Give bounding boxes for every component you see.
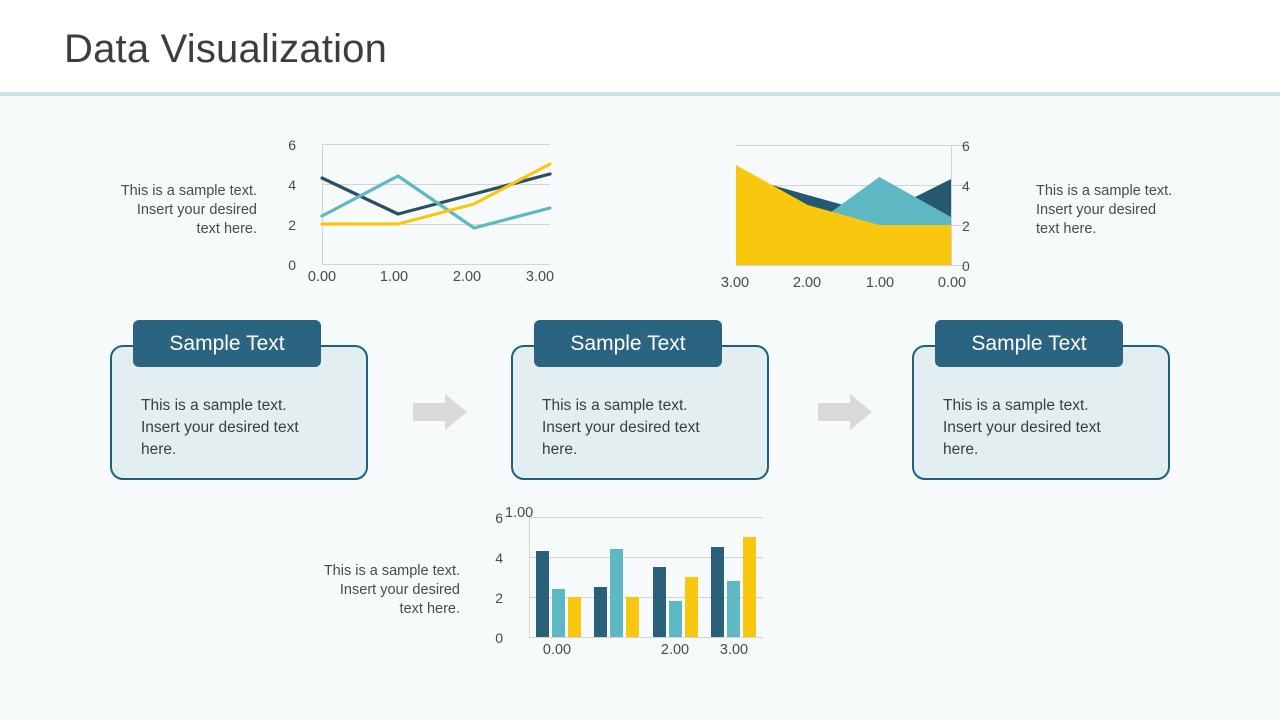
area-chart-xtick-0: 3.00 xyxy=(720,275,750,291)
bar-0.00-series-2 xyxy=(551,589,565,637)
bar-2.00-series-2 xyxy=(668,601,682,637)
bar-chart-xaxis xyxy=(529,637,763,638)
area-chart-ytick-2: 2 xyxy=(962,218,970,234)
bar-chart-xtick-1-wrap: 1.00 xyxy=(505,505,534,521)
connector-arrow-1 xyxy=(413,394,467,430)
process-card-3-body: This is a sample text. Insert your desir… xyxy=(943,397,1101,458)
bar-chart-ytick-4: 4 xyxy=(495,550,503,566)
area-chart-ytick-0: 0 xyxy=(962,258,970,274)
process-card-3[interactable]: Sample Text This is a sample text. Inser… xyxy=(912,320,1170,480)
connector-arrow-2 xyxy=(818,394,872,430)
line-chart-ytick-4: 4 xyxy=(288,177,296,193)
bar-3.00-series-1 xyxy=(711,547,725,637)
bar-1.00-series-1 xyxy=(594,587,608,637)
bar-0.00-series-3 xyxy=(567,597,581,637)
line-chart-plot xyxy=(320,162,552,230)
line-chart-xtick-2: 2.00 xyxy=(452,269,482,285)
process-card-3-header[interactable]: Sample Text xyxy=(935,320,1123,367)
page-title: Data Visualization xyxy=(64,27,388,71)
header-divider xyxy=(0,92,1280,96)
bar-chart-xtick-0: 0.00 xyxy=(542,642,572,658)
line-chart-ytick-6: 6 xyxy=(288,137,296,153)
area-chart-ytick-4: 4 xyxy=(962,178,970,194)
process-card-2-header[interactable]: Sample Text xyxy=(534,320,722,367)
area-chart: 0 2 4 6 3.00 2.00 1.00 0.00 xyxy=(718,138,970,298)
bar-1.00-series-3 xyxy=(626,597,640,637)
process-card-1-body: This is a sample text. Insert your desir… xyxy=(141,397,299,458)
bar-2.00-series-1 xyxy=(652,567,666,637)
area-chart-plot xyxy=(736,165,951,265)
area-chart-xtick-3: 0.00 xyxy=(937,275,967,291)
area-chart-ytick-6: 6 xyxy=(962,138,970,154)
line-chart-xtick-3: 3.00 xyxy=(525,269,555,285)
bar-1.00-series-2 xyxy=(610,549,624,637)
bar-3.00-series-2 xyxy=(727,581,741,637)
process-card-2-header-label: Sample Text xyxy=(570,332,686,355)
bar-chart-caption: This is a sample text. Insert your desir… xyxy=(323,563,460,617)
bar-chart: 0 2 4 6 0.00 1.00 2.00 3.00 xyxy=(495,505,775,666)
bar-2.00-series-3 xyxy=(684,577,698,637)
bar-3.00-series-3 xyxy=(743,537,757,637)
bar-chart-ytick-2: 2 xyxy=(495,590,503,606)
area-chart-caption: This is a sample text. Insert your desir… xyxy=(1036,183,1173,237)
process-card-2-body: This is a sample text. Insert your desir… xyxy=(542,397,700,458)
slide-canvas: Data Visualization This is a sample text… xyxy=(0,0,1280,720)
bar-chart-plot xyxy=(529,517,763,637)
area-chart-xtick-1: 2.00 xyxy=(792,275,822,291)
arrow-right-icon xyxy=(413,394,467,430)
line-chart-ytick-2: 2 xyxy=(288,217,296,233)
bar-chart-xtick-3: 3.00 xyxy=(719,642,749,658)
process-card-1[interactable]: Sample Text This is a sample text. Inser… xyxy=(110,320,368,480)
line-chart-xtick-0: 0.00 xyxy=(307,269,337,285)
process-card-1-header[interactable]: Sample Text xyxy=(133,320,321,367)
bar-chart-ytick-6: 6 xyxy=(495,510,503,526)
area-chart-xtick-2: 1.00 xyxy=(865,275,895,291)
line-chart-caption: This is a sample text. Insert your desir… xyxy=(120,183,257,237)
bar-chart-ytick-0: 0 xyxy=(495,630,503,646)
process-card-3-header-label: Sample Text xyxy=(971,332,1087,355)
arrow-right-icon xyxy=(818,394,872,430)
line-chart-xtick-1: 1.00 xyxy=(379,269,409,285)
bar-chart-xtick-2: 2.00 xyxy=(660,642,690,658)
process-card-2[interactable]: Sample Text This is a sample text. Inser… xyxy=(511,320,769,480)
process-card-1-header-label: Sample Text xyxy=(169,332,285,355)
line-chart: 0 2 4 6 0.00 1.00 2.00 3.00 xyxy=(288,130,570,290)
bar-0.00-series-1 xyxy=(535,551,549,637)
